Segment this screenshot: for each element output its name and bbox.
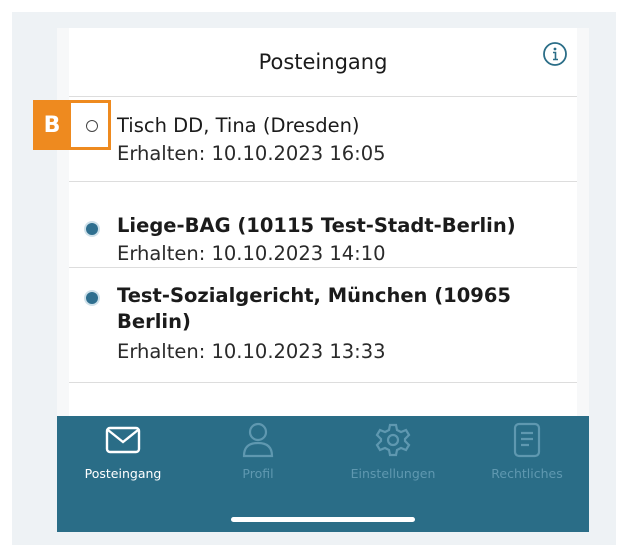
tab-profil[interactable]: Profil: [198, 422, 318, 492]
tab-rechtliches[interactable]: Rechtliches: [467, 422, 587, 492]
message-item[interactable]: Tisch DD, Tina (Dresden) Erhalten: 10.10…: [69, 97, 577, 182]
app-screen: Posteingang Tisch DD, Tina (Dresden) Erh…: [57, 28, 589, 532]
tab-label: Posteingang: [84, 466, 162, 481]
tab-label: Profil: [242, 466, 274, 481]
message-received: Erhalten: 10.10.2023 14:10: [117, 242, 386, 265]
home-indicator[interactable]: [231, 517, 415, 522]
tab-label: Rechtliches: [491, 466, 563, 481]
envelope-icon: [105, 426, 141, 454]
unread-indicator: [86, 223, 98, 235]
message-item[interactable]: Liege-BAG (10115 Test-Stadt-Berlin) Erha…: [69, 182, 577, 268]
annotation-badge: B: [33, 100, 71, 150]
document-icon: [513, 422, 541, 458]
message-sender: Tisch DD, Tina (Dresden): [117, 114, 360, 137]
message-received: Erhalten: 10.10.2023 16:05: [117, 142, 386, 165]
info-button[interactable]: [541, 40, 569, 68]
tab-bar: Posteingang Profil Einstellungen Rechtli…: [57, 416, 589, 532]
info-circle-icon: [543, 42, 567, 66]
unread-indicator: [86, 292, 98, 304]
message-sender: Liege-BAG (10115 Test-Stadt-Berlin): [117, 214, 516, 237]
message-list: Tisch DD, Tina (Dresden) Erhalten: 10.10…: [69, 97, 577, 423]
person-icon: [242, 422, 274, 458]
tab-posteingang[interactable]: Posteingang: [63, 422, 183, 492]
page-title: Posteingang: [258, 50, 388, 74]
message-received: Erhalten: 10.10.2023 13:33: [117, 340, 386, 363]
message-item[interactable]: Test-Sozialgericht, München (10965 Berli…: [69, 268, 577, 383]
tab-einstellungen[interactable]: Einstellungen: [333, 422, 453, 492]
gear-icon: [375, 423, 411, 457]
message-sender: Test-Sozialgericht, München (10965 Berli…: [117, 284, 511, 333]
tab-label: Einstellungen: [350, 466, 436, 481]
header-bar: Posteingang: [69, 28, 577, 97]
